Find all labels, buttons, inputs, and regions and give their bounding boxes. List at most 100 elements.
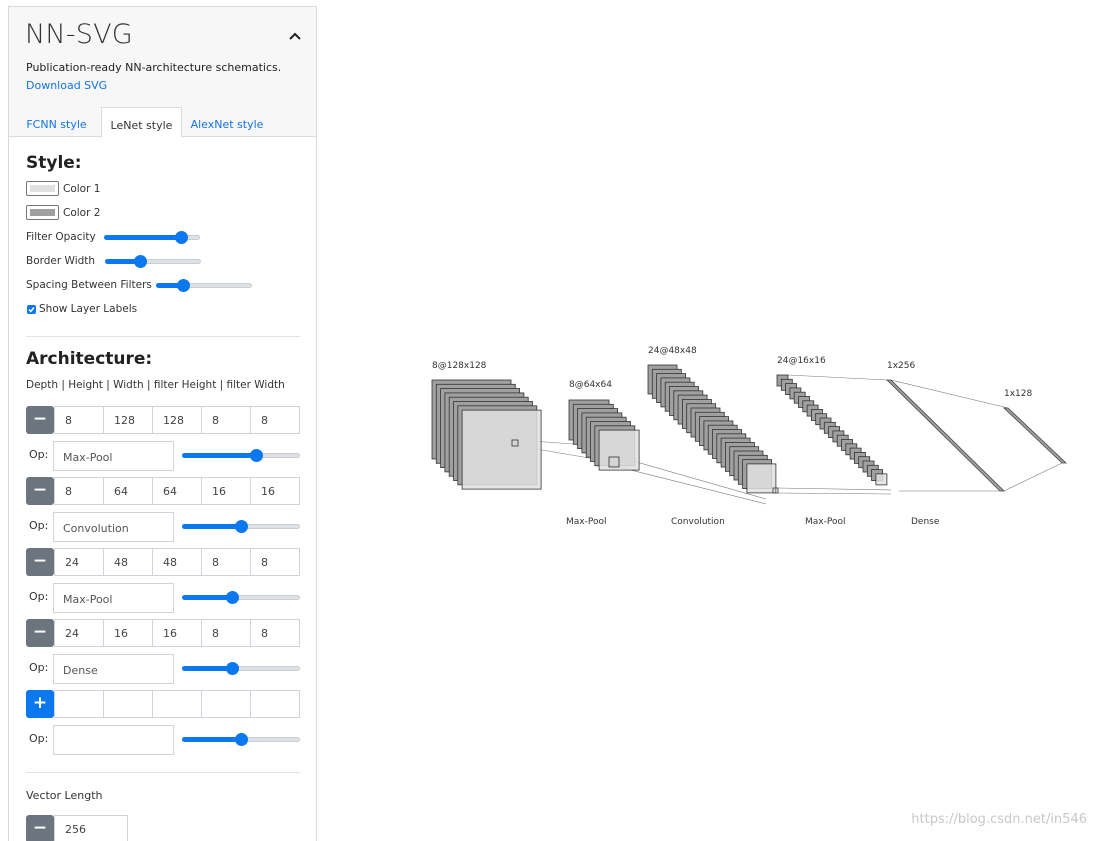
minus-icon: − [32,622,48,642]
border-width-label: Border Width [26,255,96,267]
network-diagram: 8@128x128 8@64x64 24@48x48 24@16x16 1x25… [431,346,1068,527]
op-slider[interactable] [182,519,300,533]
architecture-columns-label: Depth | Height | Width | filter Height |… [26,379,285,391]
filter-height-input[interactable]: 8 [201,406,251,434]
width-input[interactable]: 64 [152,477,202,505]
filter-width-input[interactable]: 8 [250,548,300,576]
op-slider[interactable] [182,448,300,462]
filter-width-input[interactable]: 8 [250,619,300,647]
filter-width-input[interactable] [250,690,300,718]
slider-knob[interactable] [226,591,239,604]
slider-fill [182,666,232,671]
op-label: Op: [29,448,49,461]
width-input[interactable]: 48 [152,548,202,576]
slider-knob[interactable] [175,231,188,244]
vector-length-input[interactable]: 256 [54,815,128,841]
minus-icon: − [32,409,48,429]
slider-knob[interactable] [226,662,239,675]
filter-height-input[interactable]: 8 [201,548,251,576]
filter-opacity-label: Filter Opacity [26,231,96,243]
layer-label: 24@48x48 [648,346,697,356]
slider-fill [182,737,241,742]
depth-input[interactable] [54,690,104,718]
remove-layer-button[interactable]: − [26,619,54,647]
depth-input[interactable]: 8 [54,406,104,434]
color1-picker[interactable] [26,181,59,196]
filter-height-input[interactable] [201,690,251,718]
filter-height-input[interactable]: 16 [201,477,251,505]
app-subtitle: Publication-ready NN-architecture schema… [26,61,282,74]
op-slider[interactable] [182,661,300,675]
op-input[interactable]: Dense [53,654,174,684]
color2-label: Color 2 [63,207,101,219]
height-input[interactable] [103,690,153,718]
border-width-slider[interactable] [105,254,201,268]
panel-header: NN-SVG Publication-ready NN-architecture… [9,7,316,138]
app-title: NN-SVG [25,19,133,50]
spacing-slider[interactable] [156,278,252,292]
connection-line [1003,462,1063,492]
filter-width-input[interactable]: 16 [250,477,300,505]
depth-input[interactable]: 8 [54,477,104,505]
filter-width-input[interactable]: 8 [250,406,300,434]
vector-row: 256 [54,815,128,841]
op-input[interactable]: Max-Pool [53,441,174,471]
slider-knob[interactable] [177,279,190,292]
layer-label: 24@16x16 [777,356,826,366]
tab-fcnn[interactable]: FCNN style [19,107,94,138]
filter-opacity-slider[interactable] [104,230,200,244]
op-label: Op: [29,661,49,674]
new-layer-row [54,690,302,718]
depth-input[interactable]: 24 [54,548,104,576]
connection-line [890,379,1009,409]
slider-knob[interactable] [250,449,263,462]
height-input[interactable]: 128 [103,406,153,434]
width-input[interactable] [152,690,202,718]
remove-layer-button[interactable]: − [26,548,54,576]
depth-input[interactable]: 24 [54,619,104,647]
op-label: Op: [29,732,49,745]
architecture-heading: Architecture: [26,349,153,369]
layer-label: 8@128x128 [432,361,487,371]
height-input[interactable]: 48 [103,548,153,576]
slider-fill [182,453,256,458]
height-input[interactable]: 64 [103,477,153,505]
op-input[interactable]: Max-Pool [53,583,174,613]
width-input[interactable]: 16 [152,619,202,647]
dense-vector-128 [1002,407,1068,464]
op-input[interactable] [53,725,174,755]
feature-map [875,473,888,486]
op-slider[interactable] [182,732,300,746]
color1-label: Color 1 [63,183,101,195]
divider [26,772,300,773]
add-layer-button[interactable]: + [26,690,54,718]
plus-icon: + [32,693,48,713]
layer-label: 1x256 [887,361,916,371]
remove-vector-button[interactable]: − [26,815,54,841]
connection-line [777,492,892,495]
remove-layer-button[interactable]: − [26,406,54,434]
tab-lenet[interactable]: LeNet style [101,107,182,138]
layer-label: 8@64x64 [569,380,612,390]
height-input[interactable]: 16 [103,619,153,647]
op-caption: Convolution [671,517,725,527]
slider-knob[interactable] [235,733,248,746]
op-input[interactable]: Convolution [53,512,174,542]
chevron-up-icon[interactable] [288,28,302,42]
op-slider[interactable] [182,590,300,604]
download-svg-link[interactable]: Download SVG [26,79,107,92]
color2-picker[interactable] [26,205,59,220]
slider-knob[interactable] [235,520,248,533]
filter-height-input[interactable]: 8 [201,619,251,647]
layer-row: 8 64 64 16 16 [54,477,302,505]
divider [26,336,300,337]
tab-alexnet[interactable]: AlexNet style [185,107,269,138]
remove-layer-button[interactable]: − [26,477,54,505]
width-input[interactable]: 128 [152,406,202,434]
op-caption: Max-Pool [805,517,845,527]
show-labels-checkbox[interactable] [27,305,36,314]
layer-row: 8 128 128 8 8 [54,406,302,434]
slider-knob[interactable] [134,255,147,268]
slider-fill [104,235,181,240]
op-caption: Max-Pool [566,517,606,527]
